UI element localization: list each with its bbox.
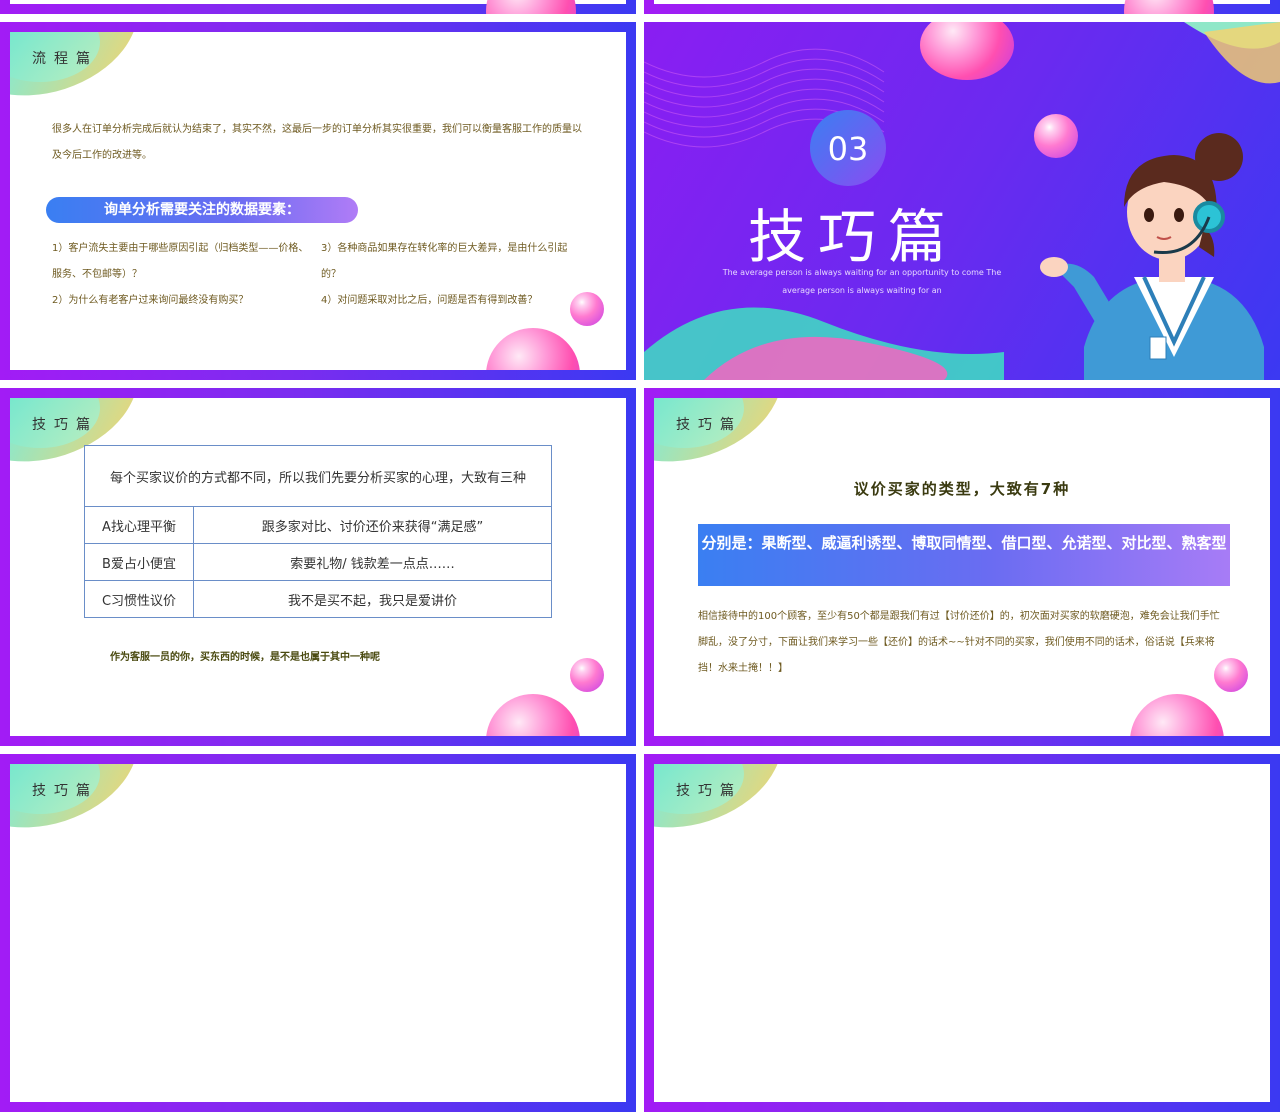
row-type: C习惯性议价 [84,580,194,618]
slide-bottom-left-partial[interactable]: 技巧篇 [0,754,636,1112]
decorative-sphere [486,694,580,736]
section-title: 技巧篇 [32,783,98,799]
row-type: B爱占小便宜 [84,543,194,581]
decorative-sphere [570,292,604,326]
section-title: 技巧篇 [676,417,742,433]
section-number: 03 [827,130,869,168]
row-desc: 索要礼物/ 钱款差一点点…… [193,543,552,581]
table-row: B爱占小便宜 索要礼物/ 钱款差一点点…… [84,543,552,581]
types-body: 相信接待中的100个顾客，至少有50个都是跟我们有过【讨价还价】的，初次面对买家… [698,611,1220,674]
table-row: C习惯性议价 我不是买不起，我只是爱讲价 [84,580,552,618]
slide-process[interactable]: 流程篇 很多人在订单分析完成后就认为结束了，其实不然，这最后一步的订单分析其实很… [0,22,636,380]
cover-subtitle-line1: The average person is always waiting for… [722,268,1002,277]
table-header: 每个买家议价的方式都不同，所以我们先要分析买家的心理，大致有三种 [84,445,552,507]
customer-service-agent-illustration [1040,133,1264,380]
table-row: A找心理平衡 跟多家对比、讨价还价来获得“满足感” [84,506,552,544]
intro-paragraph: 很多人在订单分析完成后就认为结束了，其实不然，这最后一步的订单分析其实很重要，我… [52,124,582,161]
section-title: 流程篇 [32,51,98,67]
types-heading: 议价买家的类型，大致有7种 [853,480,1071,498]
row-desc: 跟多家对比、讨价还价来获得“满足感” [193,506,552,544]
slide-top-left-partial[interactable] [0,0,636,14]
question-2: 2）为什么有老客户过来询问最终没有购买？ [52,295,249,306]
types-banner: 分别是：果断型、威逼利诱型、博取同情型、借口型、允诺型、对比型、熟客型 [698,524,1230,586]
slide-bargain-psychology[interactable]: 技巧篇 每个买家议价的方式都不同，所以我们先要分析买家的心理，大致有三种 A找心… [0,388,636,746]
section-title: 技巧篇 [676,783,742,799]
slide-top-right-partial[interactable] [644,0,1280,14]
slide-cover[interactable]: 03 技巧篇 The average person is always wait… [644,22,1280,380]
decorative-sphere [1130,694,1224,736]
buyer-psychology-table: 每个买家议价的方式都不同，所以我们先要分析买家的心理，大致有三种 A找心理平衡 … [84,445,552,618]
slide-bottom-right-partial[interactable]: 技巧篇 [644,754,1280,1112]
row-desc: 我不是买不起，我只是爱讲价 [193,580,552,618]
question-1: 1）客户流失主要由于哪些原因引起（归档类型——价格、服务、不包邮等）？ [52,243,309,280]
cover-subtitle-line2: average person is always waiting for an [782,286,942,295]
decorative-sphere [486,328,580,370]
question-3: 3）各种商品如果存在转化率的巨大差异，是由什么引起的？ [321,243,568,280]
question-note: 作为客服一员的你，买东西的时候，是不是也属于其中一种呢 [110,652,380,663]
question-4: 4）对问题采取对比之后，问题是否有得到改善？ [321,295,538,306]
cover-title: 技巧篇 [748,203,959,271]
decorative-sphere [486,0,576,14]
row-type: A找心理平衡 [84,506,194,544]
decorative-sphere [570,658,604,692]
decorative-sphere [1124,0,1214,14]
section-title: 技巧篇 [32,417,98,433]
slide-bargainer-types[interactable]: 技巧篇 议价买家的类型，大致有7种 分别是：果断型、威逼利诱型、博取同情型、借口… [644,388,1280,746]
decorative-sphere [1214,658,1248,692]
data-elements-pill: 询单分析需要关注的数据要素： [46,197,358,223]
